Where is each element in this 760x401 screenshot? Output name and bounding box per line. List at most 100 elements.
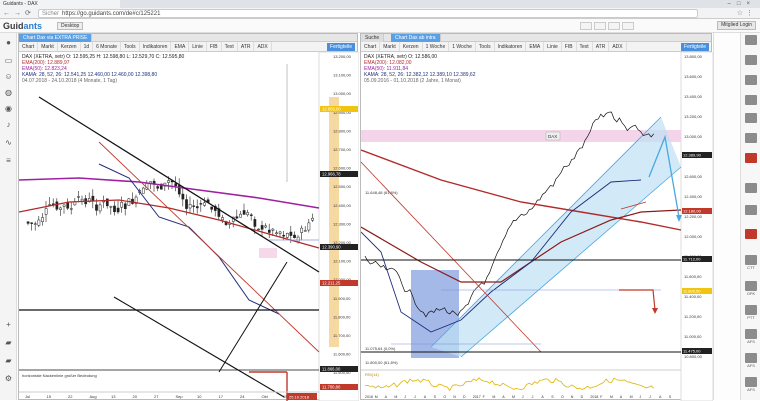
y-tick-label: 11.400,00 bbox=[684, 294, 702, 299]
tab-chart-dax[interactable]: Chart Dax via EXTRA PRISE bbox=[19, 34, 93, 42]
minimize-icon[interactable]: – bbox=[728, 1, 737, 7]
folder-icon-2[interactable]: ▰ bbox=[3, 355, 14, 366]
toolbar-item[interactable]: 6 Monate bbox=[93, 42, 121, 51]
toolbar-item[interactable]: ADX bbox=[609, 42, 627, 51]
bell-icon[interactable]: ♪ bbox=[3, 119, 14, 130]
tab-chart-dax-intra[interactable]: Chart Dax ab intra bbox=[391, 34, 441, 42]
feed-avatar[interactable] bbox=[744, 113, 758, 123]
candle bbox=[44, 208, 48, 215]
toolbar-item[interactable]: Chart bbox=[19, 42, 39, 51]
candle bbox=[239, 213, 242, 218]
nav-buttons[interactable]: ←→⟳ bbox=[3, 9, 35, 17]
x-tick-label: M bbox=[375, 395, 378, 399]
menu-icon[interactable]: ⋮ bbox=[746, 10, 756, 17]
toolbar-item[interactable]: Tools bbox=[121, 42, 140, 51]
toolbar-item[interactable]: Linie bbox=[544, 42, 562, 51]
logo-main: Guid bbox=[3, 21, 24, 31]
feed-avatar[interactable] bbox=[744, 205, 758, 215]
feed-avatar[interactable]: AFS bbox=[744, 377, 758, 392]
globe-icon[interactable]: ◍ bbox=[3, 87, 14, 98]
url-field[interactable]: Sicher https://go.guidants.com/de#c/12522… bbox=[38, 9, 698, 18]
feed-avatar[interactable] bbox=[744, 133, 758, 143]
eye-icon[interactable]: ◉ bbox=[3, 103, 14, 114]
avatar[interactable]: ● bbox=[3, 37, 14, 48]
reload-icon[interactable]: ⟳ bbox=[25, 10, 35, 17]
feed-avatar[interactable]: PTT bbox=[744, 305, 758, 320]
avatar bbox=[745, 153, 757, 163]
fib-label: 11.648,48 (61,8%) bbox=[365, 190, 398, 195]
price-tag-label: 11.866,00 bbox=[322, 367, 341, 372]
feed-avatar[interactable] bbox=[744, 95, 758, 105]
folder-icon[interactable]: ▰ bbox=[3, 337, 14, 348]
candle bbox=[271, 228, 275, 231]
window-controls[interactable]: –□× bbox=[728, 0, 756, 8]
candle bbox=[113, 205, 116, 213]
feed-avatar[interactable]: OPK bbox=[744, 281, 758, 296]
header-icon-1[interactable] bbox=[580, 22, 592, 30]
candle bbox=[120, 201, 124, 208]
guidants-logo[interactable]: Guidants bbox=[3, 21, 42, 31]
toolbar-selected[interactable]: Fertigteile bbox=[327, 43, 355, 51]
extension-icons[interactable]: ☆⋮ bbox=[737, 9, 756, 17]
toolbar-selected[interactable]: Fertigteile bbox=[681, 43, 709, 51]
toolbar-item[interactable]: Markt bbox=[38, 42, 58, 51]
close-icon[interactable]: × bbox=[746, 1, 756, 7]
user-icon[interactable]: ☺ bbox=[3, 71, 14, 82]
plus-icon[interactable]: + bbox=[3, 319, 14, 330]
toolbar-item[interactable]: FIB bbox=[207, 42, 222, 51]
toolbar-item[interactable]: Text bbox=[222, 42, 238, 51]
toolbar-item[interactable]: Kerzen bbox=[58, 42, 81, 51]
feed-avatar[interactable]: AFS bbox=[744, 353, 758, 368]
toolbar-item[interactable]: Text bbox=[577, 42, 593, 51]
member-login-button[interactable]: Mitglied Login bbox=[717, 21, 756, 30]
toolbar-item[interactable]: Markt bbox=[380, 42, 400, 51]
chart-panel-right: Suche Chart Dax ab intra Fertigteile Char… bbox=[360, 33, 713, 401]
feed-avatar[interactable] bbox=[744, 75, 758, 85]
toolbar-item[interactable]: Chart bbox=[361, 42, 381, 51]
toolbar-item[interactable]: Kerzen bbox=[400, 42, 423, 51]
candle bbox=[275, 232, 278, 234]
toolbar-item[interactable]: EMA bbox=[526, 42, 545, 51]
toolbar-item[interactable]: 1 Woche bbox=[423, 42, 450, 51]
toolbar-item[interactable]: EMA bbox=[171, 42, 190, 51]
toolbar-item[interactable]: ATR bbox=[593, 42, 610, 51]
tab-inactive[interactable]: Suche bbox=[361, 34, 385, 42]
toolbar-item[interactable]: ADX bbox=[254, 42, 272, 51]
forward-icon[interactable]: → bbox=[14, 10, 25, 17]
feed-avatar[interactable]: CTT bbox=[744, 255, 758, 270]
right-strip: CTT OPK PTT AFS AFS AFS bbox=[740, 33, 760, 400]
feed-avatar[interactable] bbox=[744, 55, 758, 65]
back-icon[interactable]: ← bbox=[3, 10, 14, 17]
toolbar-item[interactable]: Indikatoren bbox=[495, 42, 527, 51]
avatar bbox=[745, 329, 757, 339]
header-icon-2[interactable] bbox=[594, 22, 606, 30]
red-target-arrow bbox=[619, 289, 656, 311]
list-icon[interactable]: ≡ bbox=[3, 155, 14, 166]
toolbar-item[interactable]: 1 Woche bbox=[449, 42, 476, 51]
candle bbox=[246, 212, 250, 216]
header-icon-3[interactable] bbox=[608, 22, 620, 30]
toolbar-item[interactable]: ATR bbox=[238, 42, 255, 51]
toolbar-item[interactable]: Indikatoren bbox=[140, 42, 172, 51]
monitor-icon[interactable]: ▭ bbox=[3, 55, 14, 66]
dax-weekly-chart[interactable]: 13.800,00 13.600,00 13.400,00 13.200,00 13.0… bbox=[361, 52, 713, 401]
feed-avatar[interactable] bbox=[744, 153, 758, 163]
toolbar-item[interactable]: 1d bbox=[81, 42, 94, 51]
dax-daily-chart[interactable]: 13.200,0013.100,0013.000,0012.900,0012.8… bbox=[19, 52, 359, 401]
chart-icon[interactable]: ∿ bbox=[3, 137, 14, 148]
toolbar-item[interactable]: Tools bbox=[476, 42, 495, 51]
trendline-red bbox=[98, 141, 320, 353]
feed-avatar[interactable]: AFS bbox=[744, 329, 758, 344]
x-tick-label: M bbox=[512, 395, 515, 399]
feed-avatar[interactable] bbox=[744, 35, 758, 45]
browser-tab[interactable]: Guidants - DAX bbox=[0, 0, 120, 8]
toolbar-item[interactable]: Linie bbox=[189, 42, 207, 51]
star-icon[interactable]: ☆ bbox=[737, 10, 746, 17]
feed-avatar[interactable] bbox=[744, 183, 758, 193]
feed-avatar[interactable] bbox=[744, 229, 758, 239]
y-tick-label: 13.200,00 bbox=[333, 54, 352, 59]
toolbar-item[interactable]: FIB bbox=[562, 42, 577, 51]
desktop-button[interactable]: Desktop bbox=[57, 22, 84, 30]
header-icon-4[interactable] bbox=[622, 22, 634, 30]
settings-icon[interactable]: ⚙ bbox=[3, 373, 14, 384]
